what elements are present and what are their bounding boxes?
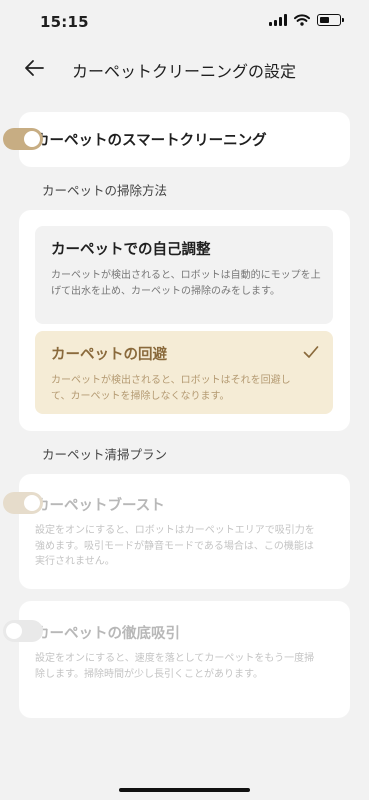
deep-suction-card: カーペットの徹底吸引 設定をオンにすると、速度を落としてカーペットをもう一度掃除… [3, 601, 350, 718]
deep-suction-title: カーペットの徹底吸引 [35, 626, 180, 642]
deep-suction-toggle[interactable] [3, 620, 43, 642]
smart-cleaning-label: カーペットのスマートクリーニング [35, 133, 267, 149]
carpet-boost-title: カーペットブースト [35, 498, 165, 514]
battery-icon [317, 14, 344, 26]
method-options-card: カーペットでの自己調整 カーペットが検出されると、ロボットは自動的にモップを上げ… [19, 210, 350, 431]
status-time: 15:15 [40, 13, 89, 31]
option-avoid-title: カーペットの回避 [51, 347, 167, 363]
signal-icon [269, 14, 287, 26]
option-self-adjust-title: カーペットでの自己調整 [51, 242, 211, 258]
toggle-knob [24, 495, 40, 511]
smart-cleaning-toggle[interactable] [3, 128, 43, 150]
smart-cleaning-card: カーペットのスマートクリーニング [3, 112, 350, 167]
carpet-boost-desc: 設定をオンにすると、ロボットはカーペットエリアで吸引力を強めます。吸引モードが静… [35, 525, 315, 567]
checkmark-icon [303, 346, 319, 358]
carpet-boost-card: カーペットブースト 設定をオンにすると、ロボットはカーペットエリアで吸引力を強め… [3, 474, 350, 589]
option-self-adjust[interactable]: カーペットでの自己調整 カーペットが検出されると、ロボットは自動的にモップを上げ… [35, 226, 333, 324]
wifi-icon [294, 14, 310, 26]
option-self-adjust-desc: カーペットが検出されると、ロボットは自動的にモップを上げて出水を止め、カーペット… [51, 270, 321, 297]
carpet-boost-toggle[interactable] [3, 492, 43, 514]
back-arrow-icon[interactable] [22, 56, 46, 80]
home-indicator[interactable] [119, 788, 250, 792]
method-section-label: カーペットの掃除方法 [42, 183, 168, 198]
page-title: カーペットクリーニングの設定 [72, 62, 297, 81]
deep-suction-desc: 設定をオンにすると、速度を落としてカーペットをもう一度掃除します。掃除時間が少し… [35, 653, 315, 680]
plan-section-label: カーペット清掃プラン [42, 447, 168, 462]
option-avoid[interactable]: カーペットの回避 カーペットが検出されると、ロボットはそれを回避して、カーペット… [35, 331, 333, 414]
toggle-knob [24, 131, 40, 147]
option-avoid-desc: カーペットが検出されると、ロボットはそれを回避して、カーペットを掃除しなくなりま… [51, 375, 291, 402]
toggle-knob [6, 623, 22, 639]
status-icons [269, 14, 344, 26]
